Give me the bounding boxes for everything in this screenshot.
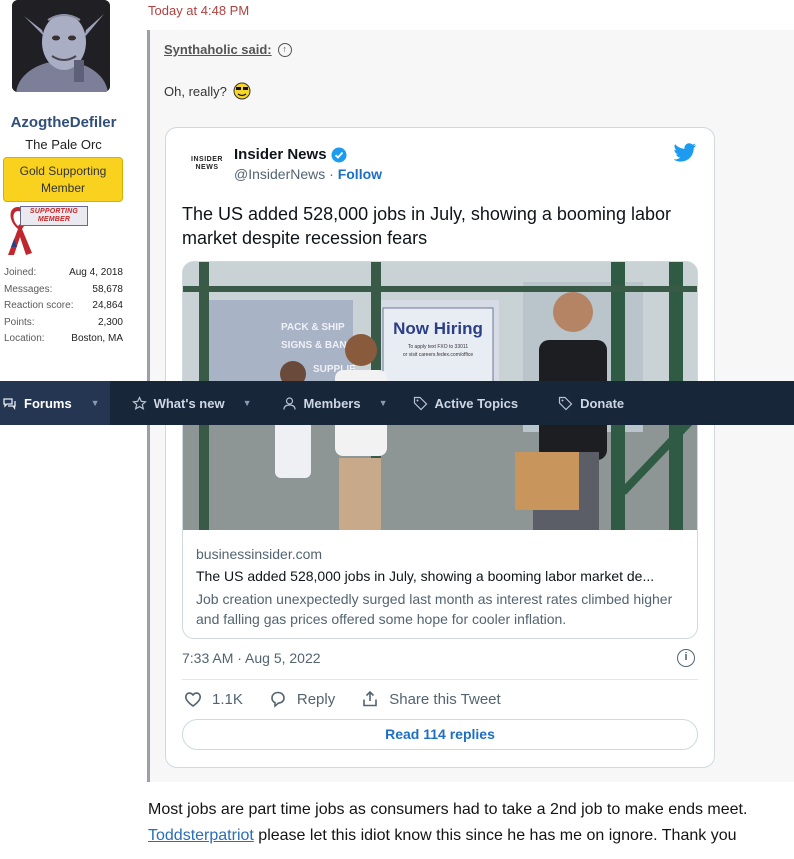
nav-label: Members xyxy=(303,395,361,411)
tag-icon xyxy=(413,396,427,410)
stat-value[interactable]: 2,300 xyxy=(98,315,123,332)
nav-tab-donate[interactable]: Donate xyxy=(558,381,624,425)
post-body-line-2-text: please let this idiot know this since he… xyxy=(253,827,737,844)
link-preview-card[interactable]: Now Hiring To apply text FXO to 33011 or… xyxy=(182,261,698,639)
post-body-line-2: Toddsterpatriot please let this idiot kn… xyxy=(148,823,794,849)
insider-news-logo[interactable]: INSIDER NEWS xyxy=(189,156,225,172)
nav-tab-members[interactable]: Members ▼ xyxy=(282,381,388,425)
quote-text-content: Oh, really? xyxy=(164,83,227,99)
author-name-text[interactable]: Insider News xyxy=(234,146,327,163)
post-body: Most jobs are part time jobs as consumer… xyxy=(148,797,794,849)
post-body-line-1: Most jobs are part time jobs as consumer… xyxy=(148,801,748,818)
avatar[interactable] xyxy=(12,0,110,92)
photo-shop-sign-1: PACK & SHIP xyxy=(281,322,345,333)
nav-label: What's new xyxy=(153,395,225,411)
chat-icon xyxy=(3,397,16,410)
photo-sign-line-2: To apply text FXO to 33011 xyxy=(408,344,468,350)
stat-value[interactable]: 58,678 xyxy=(92,282,123,299)
photo-sign-line-3: or visit careers.fedex.com/office xyxy=(403,352,473,358)
stat-points: Points: 2,300 xyxy=(4,315,123,332)
stat-value: 24,864 xyxy=(92,300,123,311)
verified-badge-icon xyxy=(331,147,347,162)
handle-separator: · xyxy=(325,166,338,182)
user-stats: Joined: Aug 4, 2018 Messages: 58,678 React… xyxy=(4,265,123,348)
supporting-member-tag: SUPPORTING MEMBER xyxy=(20,206,88,226)
share-button[interactable]: Share this Tweet xyxy=(361,690,501,708)
handle-text[interactable]: @InsiderNews xyxy=(234,166,325,182)
read-replies-button[interactable]: Read 114 replies xyxy=(182,719,698,750)
user-icon xyxy=(282,396,296,410)
username[interactable]: AzogtheDefiler xyxy=(0,114,127,131)
nav-tab-forums[interactable]: Forums ▼ xyxy=(0,381,110,425)
nav-tab-whats-new[interactable]: What's new ▼ xyxy=(131,381,252,425)
nav-label: Donate xyxy=(580,395,625,411)
tweet-handle: @InsiderNews · Follow xyxy=(234,166,382,182)
stat-label: Points: xyxy=(4,316,35,328)
gold-supporting-member-badge: Gold Supporting Member xyxy=(3,157,123,202)
star-icon xyxy=(131,395,147,410)
stat-value[interactable]: Boston, MA xyxy=(71,331,123,348)
nav-tab-active-topics[interactable]: Active Topics xyxy=(413,381,519,425)
photo-shop-sign-2: SIGNS & BANN xyxy=(281,340,354,351)
tweet-author-name[interactable]: Insider News xyxy=(234,146,347,163)
stat-messages: Messages: 58,678 xyxy=(4,282,123,299)
stat-label: Messages: xyxy=(4,283,53,295)
stat-label: Joined: xyxy=(4,267,37,278)
reply-button[interactable]: Reply xyxy=(269,690,335,708)
link-description: Job creation unexpectedly surged last mo… xyxy=(196,591,673,627)
tweet-timestamp[interactable]: 7:33 AM · Aug 5, 2022 xyxy=(182,650,321,666)
stat-location: Location: Boston, MA xyxy=(4,331,123,348)
quote-author[interactable]: Synthaholic said: xyxy=(164,42,272,57)
sunglasses-smiley-icon xyxy=(233,82,251,100)
main-navigation-bar: Forums ▼ What's new ▼ Members ▼ Active T… xyxy=(0,381,794,425)
stat-value: Aug 4, 2018 xyxy=(69,267,123,278)
quote-header[interactable]: Synthaholic said: ↑ xyxy=(164,42,292,57)
follow-button[interactable]: Follow xyxy=(338,166,382,182)
post-date[interactable]: Today at 4:48 PM xyxy=(148,3,249,18)
logo-line-2: NEWS xyxy=(195,164,219,171)
stat-label: Location: xyxy=(4,333,45,344)
heart-icon xyxy=(185,692,201,707)
share-icon xyxy=(363,690,378,707)
badge-label: Gold Supporting Member xyxy=(19,163,107,195)
tweet-divider xyxy=(182,679,698,680)
reply-bubble-icon xyxy=(271,691,285,708)
user-title: The Pale Orc xyxy=(25,137,102,152)
photo-sign-now-hiring: Now Hiring xyxy=(393,319,483,338)
reply-label: Reply xyxy=(296,690,336,708)
nav-label: Forums xyxy=(24,395,72,411)
share-label: Share this Tweet xyxy=(389,690,501,708)
tweet-actions: 1.1K Reply Share this Tweet xyxy=(184,690,527,708)
link-title[interactable]: The US added 528,000 jobs in July, showi… xyxy=(196,568,691,584)
quote-text: Oh, really? xyxy=(164,81,252,101)
stat-label: Reaction score: xyxy=(4,300,74,311)
twitter-bird-icon[interactable] xyxy=(673,143,697,163)
link-domain[interactable]: businessinsider.com xyxy=(196,546,322,562)
logo-line-1: INSIDER xyxy=(191,156,223,163)
orc-avatar-image xyxy=(12,0,110,92)
info-icon[interactable]: i xyxy=(677,649,695,667)
chevron-down-icon[interactable]: ▼ xyxy=(379,398,388,408)
chevron-down-icon[interactable]: ▼ xyxy=(91,398,100,408)
nav-label: Active Topics xyxy=(434,395,519,411)
stat-reaction-score: Reaction score: 24,864 xyxy=(4,298,123,315)
tweet-text: The US added 528,000 jobs in July, showi… xyxy=(182,204,671,248)
jump-to-quote-icon[interactable]: ↑ xyxy=(277,42,292,57)
user-mention-link[interactable]: Toddsterpatriot xyxy=(148,827,254,844)
like-button[interactable]: 1.1K xyxy=(184,690,243,708)
chevron-down-icon[interactable]: ▼ xyxy=(243,398,252,408)
tag-icon xyxy=(558,396,573,410)
stat-joined: Joined: Aug 4, 2018 xyxy=(4,265,123,282)
like-count: 1.1K xyxy=(212,690,243,708)
